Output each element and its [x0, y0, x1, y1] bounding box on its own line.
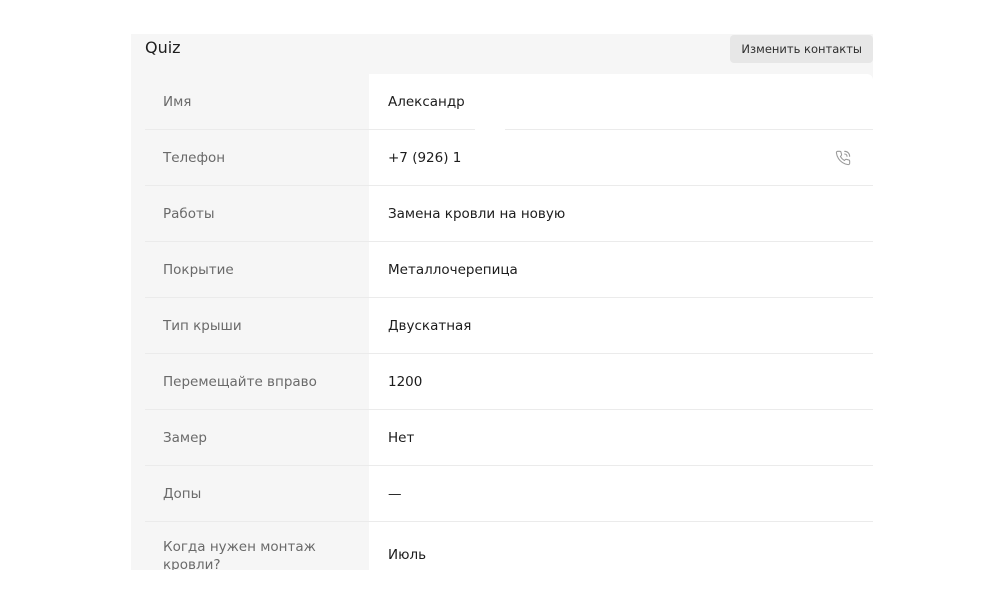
table-row: Когда нужен монтаж кровли? Июль [145, 522, 873, 570]
row-value: +7 (926) 1 [388, 149, 462, 166]
edit-contacts-button[interactable]: Изменить контакты [730, 35, 873, 63]
table-row: Работы Замена кровли на новую [145, 186, 873, 242]
row-value: Металлочерепица [388, 261, 518, 278]
table-row: Имя Александр [145, 74, 873, 130]
row-label: Замер [163, 429, 207, 446]
panel-header: Quiz Изменить контакты [131, 34, 873, 74]
row-value: Нет [388, 429, 415, 446]
row-label: Тип крыши [163, 317, 242, 334]
label-cell: Когда нужен монтаж кровли? [145, 522, 369, 570]
row-value: — [388, 485, 402, 502]
label-cell: Покрытие [145, 242, 369, 297]
row-value: Александр [388, 93, 465, 110]
label-cell: Допы [145, 466, 369, 521]
row-value: 1200 [388, 373, 423, 390]
row-value: Июль [388, 547, 427, 563]
label-cell: Тип крыши [145, 298, 369, 353]
table-row: Перемещайте вправо 1200 [145, 354, 873, 410]
quiz-answers-table: Имя Александр Телефон +7 (926) 1 Работы … [145, 74, 873, 570]
row-label: Работы [163, 205, 215, 222]
row-label: Перемещайте вправо [163, 373, 317, 390]
label-cell: Телефон [145, 130, 369, 185]
quiz-panel: Quiz Изменить контакты Имя Александр Тел… [131, 34, 873, 570]
label-cell: Перемещайте вправо [145, 354, 369, 409]
label-cell: Работы [145, 186, 369, 241]
panel-title: Quiz [145, 38, 181, 57]
row-label: Имя [163, 93, 192, 110]
row-label: Допы [163, 485, 202, 502]
label-cell: Замер [145, 410, 369, 465]
row-value: Двускатная [388, 317, 472, 334]
row-label: Покрытие [163, 261, 234, 278]
table-row: Покрытие Металлочерепица [145, 242, 873, 298]
row-value: Замена кровли на новую [388, 205, 566, 222]
table-row: Тип крыши Двускатная [145, 298, 873, 354]
row-label: Телефон [163, 149, 226, 166]
table-row: Замер Нет [145, 410, 873, 466]
phone-call-icon[interactable] [835, 150, 851, 166]
label-cell: Имя [145, 74, 369, 129]
row-label: Когда нужен монтаж кровли? [163, 539, 316, 570]
table-row: Телефон +7 (926) 1 [145, 130, 873, 186]
divider-gap [475, 129, 505, 131]
table-row: Допы — [145, 466, 873, 522]
